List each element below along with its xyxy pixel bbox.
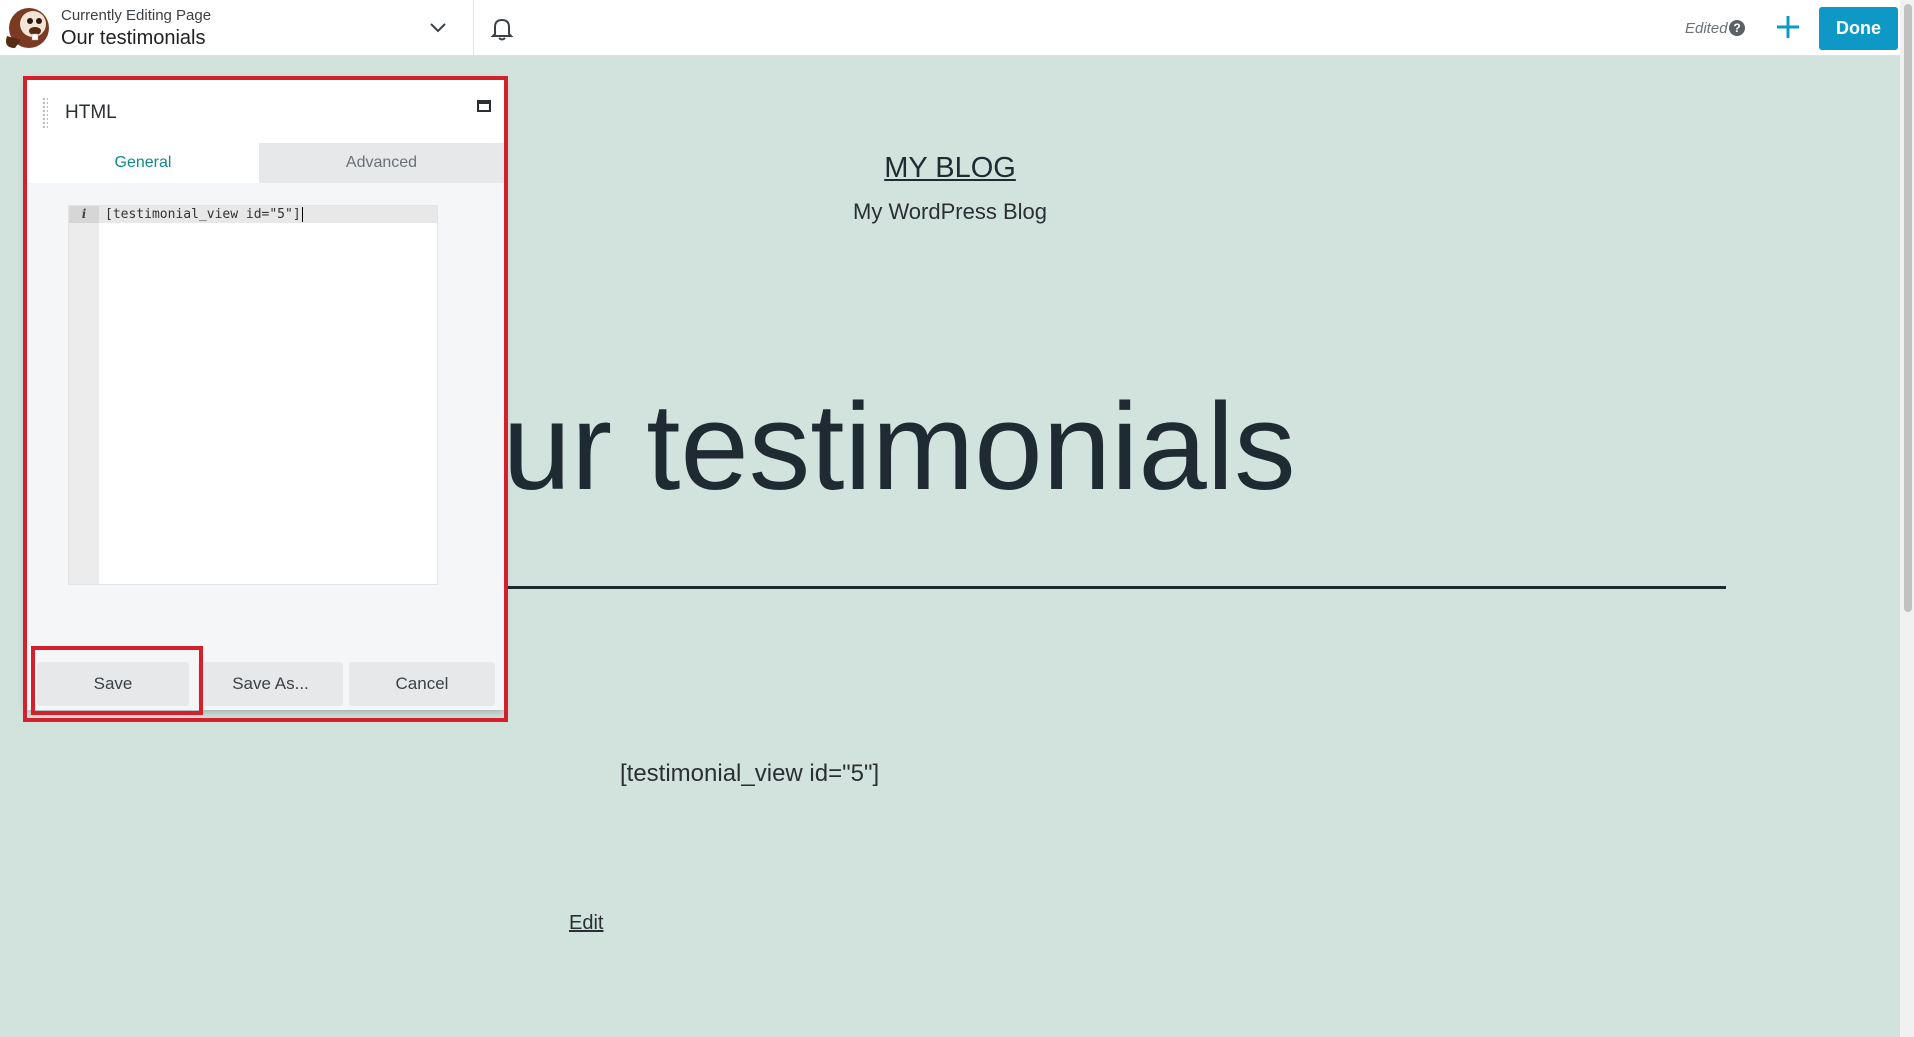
page-scrollbar[interactable]: [1900, 0, 1914, 1037]
currently-editing-label: Currently Editing Page: [61, 7, 212, 24]
plus-icon[interactable]: [1773, 12, 1803, 42]
top-bar: Currently Editing Page Our testimonials …: [0, 0, 1900, 56]
scrollbar-thumb[interactable]: [1904, 4, 1912, 612]
edited-status: Edited: [1685, 20, 1728, 37]
blog-title-link[interactable]: MY BLOG: [850, 152, 1050, 185]
panel-highlight-box: [23, 76, 508, 722]
beaver-logo-icon[interactable]: [3, 4, 53, 52]
divider: [473, 0, 474, 56]
bell-icon[interactable]: [488, 15, 516, 43]
page-heading-text: Our testimonials: [505, 379, 1296, 516]
save-highlight-box: [31, 646, 203, 715]
shortcode-output: [testimonial_view id="5"]: [620, 760, 880, 787]
blog-tagline: My WordPress Blog: [853, 199, 1047, 224]
done-button[interactable]: Done: [1819, 7, 1898, 50]
page-heading: Our testimonials: [505, 378, 1296, 518]
page-title[interactable]: Our testimonials: [61, 27, 206, 50]
chevron-down-icon[interactable]: [426, 16, 450, 40]
edit-link[interactable]: Edit: [569, 912, 603, 935]
help-icon[interactable]: ?: [1729, 20, 1745, 36]
heading-separator: [505, 586, 1726, 589]
